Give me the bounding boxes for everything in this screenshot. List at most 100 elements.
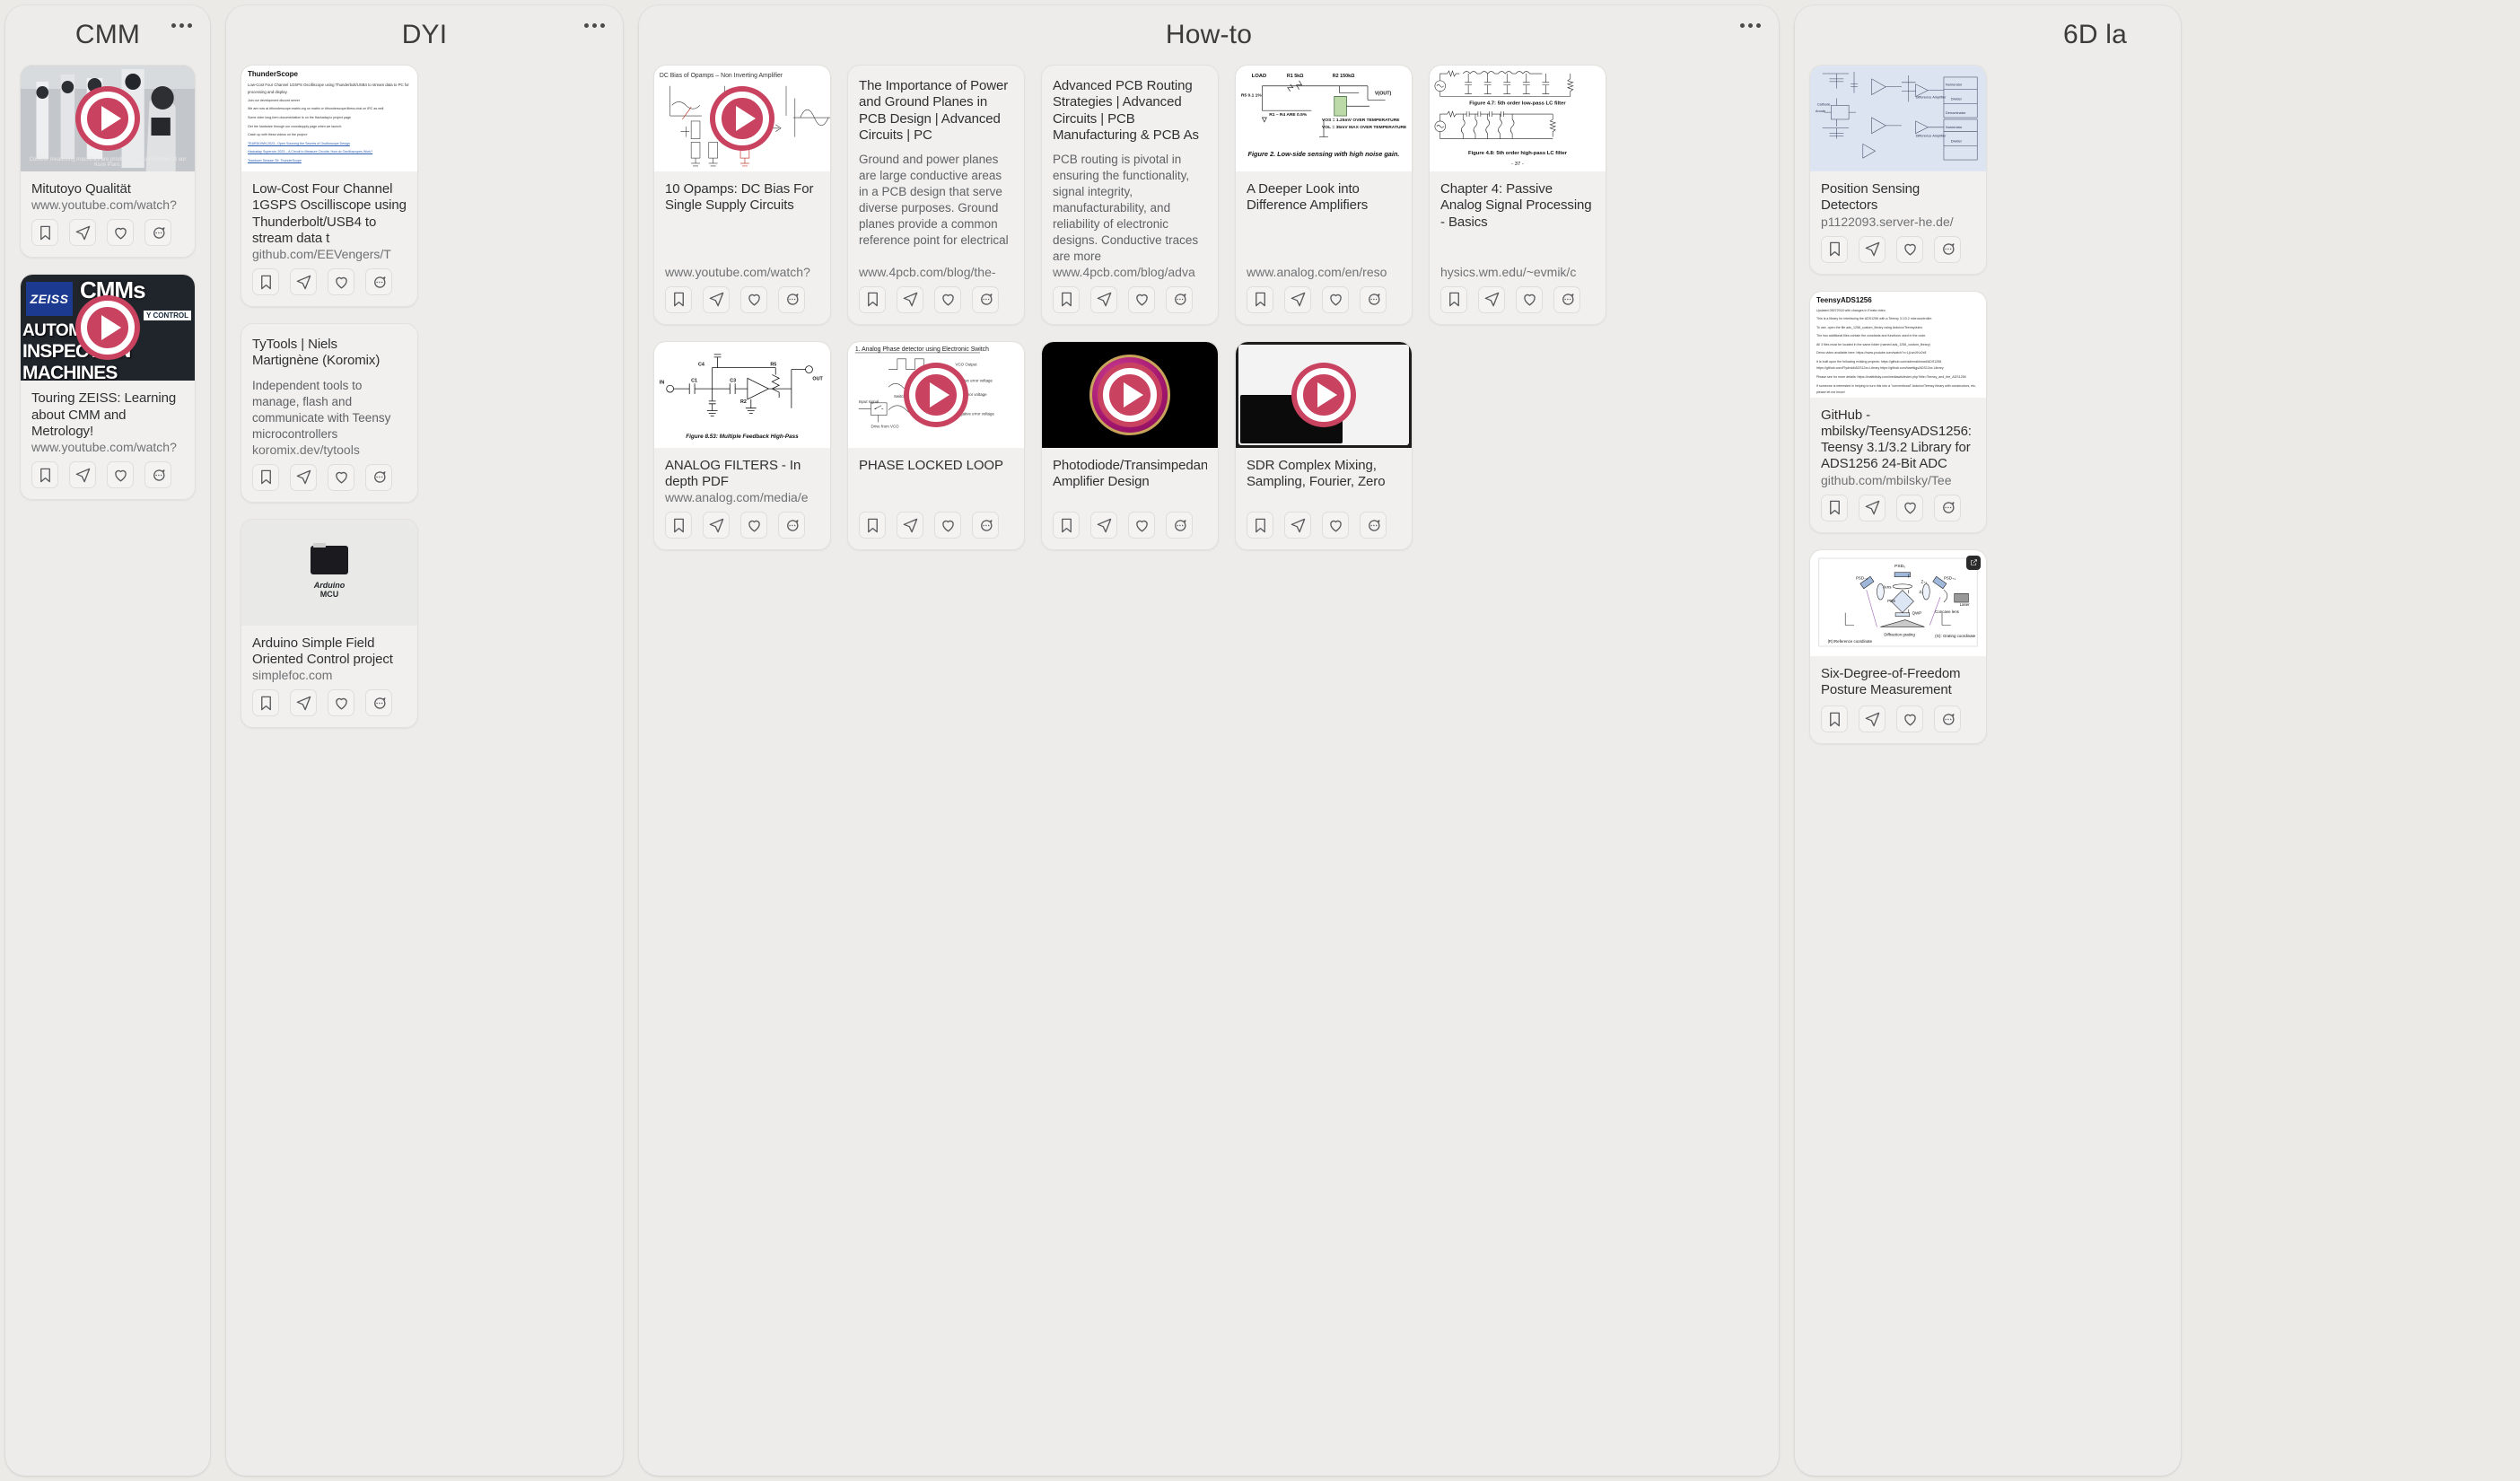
share-button[interactable]: [290, 463, 317, 491]
comment-button[interactable]: [972, 512, 999, 539]
preview-line: To use, open the file ads_1256_custom_li…: [1816, 325, 1923, 329]
comment-button[interactable]: [1166, 512, 1193, 539]
like-button[interactable]: [328, 268, 354, 296]
share-button[interactable]: [1090, 285, 1117, 313]
bookmark-button[interactable]: [31, 219, 58, 247]
bookmark-button[interactable]: [859, 512, 886, 539]
card-link[interactable]: Arduino MCU Arduino Simple Field Oriente…: [241, 518, 418, 729]
share-button[interactable]: [1284, 285, 1311, 313]
like-button[interactable]: [1322, 285, 1349, 313]
card-link[interactable]: Cathode Anode Numerator Divider Denomina…: [1809, 65, 1987, 275]
card-content: 10 Opamps: DC Bias For Single Supply Cir…: [654, 171, 830, 286]
share-button[interactable]: [69, 219, 96, 247]
card-link[interactable]: LOAD R1 5kΩ R2 150kΩ V(OUT) R5 0.1 1% R1…: [1235, 65, 1413, 325]
column-menu-button[interactable]: [169, 16, 194, 34]
card-link[interactable]: PSD₀ PSD₋₁ PSD₊₁ lens PBS QWP Laser Conc…: [1809, 548, 1987, 745]
play-button[interactable]: [710, 86, 774, 151]
like-button[interactable]: [107, 461, 134, 489]
comment-button[interactable]: [778, 285, 805, 313]
bookmark-button[interactable]: [1440, 285, 1467, 313]
play-button[interactable]: [75, 86, 140, 151]
card-link[interactable]: 1. Analog Phase detector using Electroni…: [847, 340, 1025, 551]
comment-button[interactable]: [778, 512, 805, 539]
card-link[interactable]: DC Bias of Opamps – Non Inverting Amplif…: [653, 65, 831, 325]
like-button[interactable]: [1516, 285, 1543, 313]
comment-button[interactable]: [1360, 285, 1387, 313]
comment-button[interactable]: [1934, 235, 1961, 263]
bookmark-button[interactable]: [1821, 705, 1848, 733]
card-link[interactable]: Advanced PCB Routing Strategies | Advanc…: [1041, 65, 1219, 325]
play-button[interactable]: [75, 295, 140, 361]
share-button[interactable]: [897, 512, 923, 539]
share-button[interactable]: [1859, 705, 1886, 733]
bookmark-button[interactable]: [1821, 235, 1848, 263]
comment-button[interactable]: [1360, 512, 1387, 539]
like-button[interactable]: [328, 463, 354, 491]
comment-button[interactable]: [1553, 285, 1580, 313]
like-button[interactable]: [1896, 494, 1923, 521]
share-button[interactable]: [69, 461, 96, 489]
comment-button[interactable]: [365, 689, 392, 717]
send-icon: [296, 469, 311, 485]
share-button[interactable]: [1478, 285, 1505, 313]
share-button[interactable]: [703, 285, 730, 313]
card-link[interactable]: ZEISS CMMs Y CONTROL AUTOMA INSPECTION M…: [20, 274, 196, 501]
comment-button[interactable]: [144, 219, 171, 247]
like-button[interactable]: [1322, 512, 1349, 539]
card-link[interactable]: TeensyADS1256 Updated 05072018 with chan…: [1809, 290, 1987, 533]
comment-icon: [1368, 294, 1380, 306]
card-link[interactable]: Figure 4.7: 5th order low-pass LC filter: [1429, 65, 1606, 325]
comment-button[interactable]: [144, 461, 171, 489]
bookmark-button[interactable]: [1053, 285, 1080, 313]
share-button[interactable]: [1859, 235, 1886, 263]
comment-button[interactable]: [365, 463, 392, 491]
bookmark-button[interactable]: [1247, 512, 1273, 539]
card-link[interactable]: Photodiode/Transimpedance Amplifier Desi…: [1041, 340, 1219, 551]
card-link[interactable]: ThunderScope Low-Cost Four Channel 1GSPS…: [241, 65, 418, 308]
comment-button[interactable]: [1934, 705, 1961, 733]
like-button[interactable]: [328, 689, 354, 717]
comment-button[interactable]: [972, 285, 999, 313]
bookmark-button[interactable]: [31, 461, 58, 489]
card-link[interactable]: C4 C1 C3 R5 R2 IN OUT Figure 8.53: Multi…: [653, 340, 831, 551]
comment-button[interactable]: [1934, 494, 1961, 521]
like-button[interactable]: [934, 512, 961, 539]
comment-button[interactable]: [365, 268, 392, 296]
like-button[interactable]: [107, 219, 134, 247]
bookmark-button[interactable]: [252, 268, 279, 296]
like-button[interactable]: [934, 285, 961, 313]
bookmark-button[interactable]: [252, 689, 279, 717]
share-button[interactable]: [1859, 494, 1886, 521]
bookmark-button[interactable]: [665, 285, 692, 313]
comment-button[interactable]: [1166, 285, 1193, 313]
column-menu-button[interactable]: [582, 16, 607, 34]
bookmark-button[interactable]: [1821, 494, 1848, 521]
like-button[interactable]: [1896, 235, 1923, 263]
play-button[interactable]: [1291, 362, 1356, 427]
bookmark-button[interactable]: [1053, 512, 1080, 539]
like-button[interactable]: [740, 285, 767, 313]
card-link[interactable]: TyTools | Niels Martignène (Koromix) Ind…: [241, 323, 418, 503]
column-menu-button[interactable]: [1737, 16, 1763, 34]
like-button[interactable]: [1128, 512, 1155, 539]
play-button[interactable]: [904, 362, 968, 427]
comment-icon: [786, 294, 799, 306]
like-button[interactable]: [740, 512, 767, 539]
like-button[interactable]: [1128, 285, 1155, 313]
bookmark-button[interactable]: [1247, 285, 1273, 313]
like-button[interactable]: [1896, 705, 1923, 733]
card-link[interactable]: The Importance of Power and Ground Plane…: [847, 65, 1025, 325]
card-link[interactable]: SDR Complex Mixing, Sampling, Fourier, Z…: [1235, 340, 1413, 551]
share-button[interactable]: [1284, 512, 1311, 539]
bookmark-button[interactable]: [665, 512, 692, 539]
play-button[interactable]: [1098, 362, 1162, 427]
share-button[interactable]: [897, 285, 923, 313]
share-button[interactable]: [290, 689, 317, 717]
open-external-button[interactable]: [1966, 555, 1981, 570]
bookmark-button[interactable]: [859, 285, 886, 313]
card-link[interactable]: Contour measuring machines are produced …: [20, 65, 196, 259]
share-button[interactable]: [1090, 512, 1117, 539]
bookmark-button[interactable]: [252, 463, 279, 491]
share-button[interactable]: [290, 268, 317, 296]
share-button[interactable]: [703, 512, 730, 539]
